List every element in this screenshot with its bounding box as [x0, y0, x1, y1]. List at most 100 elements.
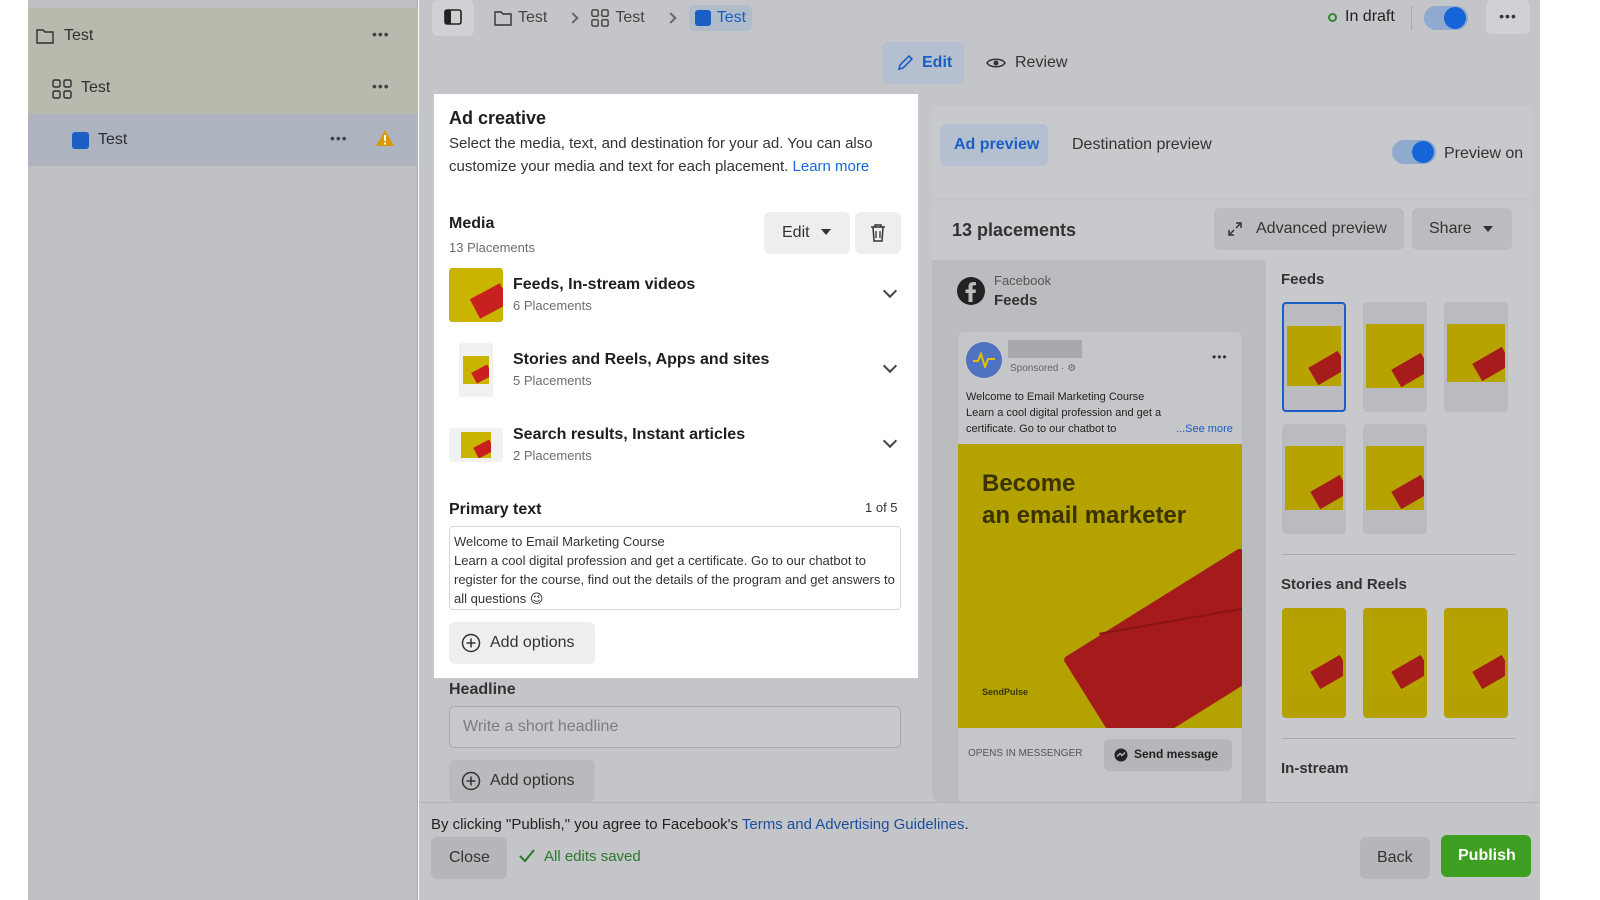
primary-text-label: Primary text — [449, 501, 542, 518]
tab-edit[interactable]: Edit — [882, 42, 964, 84]
preview-toggle[interactable] — [1392, 140, 1436, 164]
sidebar: Test ••• Test ••• Test ••• — [28, 0, 418, 900]
pulse-icon — [973, 352, 995, 368]
share-button[interactable]: Share — [1412, 208, 1512, 250]
media-edit-button[interactable]: Edit — [764, 212, 850, 254]
media-delete-button[interactable] — [855, 212, 901, 254]
chevron-down-icon[interactable] — [882, 433, 898, 449]
placement-thumb-story-2[interactable] — [1363, 608, 1427, 718]
placement-thumb-story-3[interactable] — [1444, 608, 1508, 718]
placement-thumb-story-1[interactable] — [1282, 608, 1346, 718]
status-label: In draft — [1345, 8, 1395, 25]
more-icon[interactable]: ••• — [372, 78, 390, 94]
learn-more-link[interactable]: Learn more — [793, 158, 870, 175]
grid-icon — [591, 9, 610, 27]
back-button[interactable]: Back — [1360, 837, 1430, 879]
facebook-logo-icon — [957, 277, 985, 305]
breadcrumb-adset[interactable]: Test — [615, 9, 644, 27]
agreement-text: By clicking "Publish," you agree to Face… — [431, 816, 742, 833]
tab-edit-label: Edit — [922, 54, 953, 71]
sidebar-toggle-button[interactable] — [432, 0, 474, 36]
chevron-right-icon — [665, 12, 677, 24]
placement-thumb-feed-1[interactable] — [1282, 302, 1346, 412]
more-icon[interactable]: ••• — [330, 130, 348, 146]
media-group-sub: 5 Placements — [513, 373, 592, 388]
add-options-label: Add options — [490, 772, 575, 789]
breadcrumb-campaign[interactable]: Test — [518, 9, 547, 27]
creative-line: Become — [982, 470, 1076, 497]
primary-text-body: Learn a cool digital profession and get … — [454, 553, 895, 606]
media-edit-label: Edit — [782, 224, 810, 241]
see-more-link[interactable]: ...See more — [1176, 421, 1233, 437]
chevron-down-icon[interactable] — [882, 358, 898, 374]
sidebar-item-campaign[interactable]: Test ••• — [36, 22, 406, 52]
headline-placeholder: Write a short headline — [463, 718, 619, 735]
draft-toggle[interactable] — [1424, 6, 1468, 30]
sidebar-item-ad[interactable]: Test ••• — [72, 126, 406, 156]
add-options-button[interactable]: Add options — [449, 760, 595, 802]
close-button[interactable]: Close — [431, 837, 507, 879]
media-group-search[interactable]: Search results, Instant articles 2 Place… — [449, 416, 904, 476]
placement-thumb-feed-4[interactable] — [1282, 424, 1346, 534]
creative-headline: Become an email marketer — [982, 468, 1186, 532]
send-message-button[interactable]: Send message — [1104, 739, 1232, 771]
more-icon[interactable]: ••• — [372, 26, 390, 42]
media-group-title: Search results, Instant articles — [513, 426, 746, 443]
advanced-preview-button[interactable]: Advanced preview — [1214, 208, 1404, 250]
breadcrumb-ad[interactable]: Test — [688, 5, 753, 31]
media-group-stories[interactable]: Stories and Reels, Apps and sites 5 Plac… — [449, 341, 904, 401]
add-options-button[interactable]: Add options — [449, 622, 595, 664]
warning-icon — [376, 130, 394, 146]
pencil-icon — [897, 54, 914, 71]
post-more-icon[interactable]: ••• — [1212, 350, 1228, 364]
headline-input[interactable]: Write a short headline — [449, 706, 901, 748]
divider — [1282, 554, 1516, 555]
sponsored-label: Sponsored · ⚙ — [1010, 363, 1077, 374]
ads-manager-editor: Test ••• Test ••• Test ••• Test Test Tes… — [0, 0, 1600, 900]
tab-review[interactable]: Review — [984, 42, 1080, 84]
ad-icon — [694, 10, 711, 26]
placement-thumb-feed-3[interactable] — [1444, 302, 1508, 412]
ad-creative-card: Ad creative Select the media, text, and … — [434, 94, 918, 678]
send-message-label: Send message — [1134, 747, 1219, 761]
placement-thumb-feed-2[interactable] — [1363, 302, 1427, 412]
back-label: Back — [1377, 849, 1413, 866]
ad-creative-description: Select the media, text, and destination … — [449, 132, 904, 178]
trash-icon — [871, 224, 885, 242]
post-text: Welcome to Email Marketing Course Learn … — [966, 389, 1236, 437]
expand-icon — [1228, 222, 1242, 236]
sidebar-item-label: Test — [98, 131, 128, 148]
sidebar-item-adset[interactable]: Test ••• — [52, 74, 406, 104]
placement-thumbnails: Feeds Stories and Reels In-stream — [1266, 260, 1532, 802]
chevron-down-icon[interactable] — [882, 283, 898, 299]
agreement-text: . — [964, 816, 969, 833]
media-group-title: Stories and Reels, Apps and sites — [513, 351, 770, 368]
media-thumbnail — [449, 268, 503, 322]
brand-logo: SendPulse — [982, 687, 1029, 697]
footer: By clicking "Publish," you agree to Face… — [419, 802, 1540, 900]
tab-destination-preview[interactable]: Destination preview — [1072, 136, 1212, 154]
post-text-line: Welcome to Email Marketing Course — [966, 391, 1145, 403]
media-group-feeds[interactable]: Feeds, In-stream videos 6 Placements — [449, 266, 904, 326]
preview-toggle-label: Preview on — [1444, 145, 1524, 162]
breadcrumb: Test Test Test — [494, 5, 753, 31]
placement-thumb-feed-5[interactable] — [1363, 424, 1427, 534]
post-text-line: Learn a cool digital profession and get … — [966, 407, 1162, 419]
publish-label: Publish — [1458, 847, 1516, 864]
toggle-knob — [1412, 141, 1434, 163]
publish-button[interactable]: Publish — [1441, 835, 1531, 877]
post-text-line: certificate. Go to our chatbot to — [966, 423, 1117, 435]
ad-creative-title: Ad creative — [449, 108, 547, 128]
tab-ad-preview[interactable]: Ad preview — [940, 124, 1048, 166]
caret-down-icon — [821, 229, 831, 235]
right-gutter — [1540, 0, 1600, 900]
placements-panel: 13 placements Advanced preview Share Fac… — [932, 200, 1532, 802]
primary-text-field[interactable]: Welcome to Email Marketing Course Learn … — [449, 526, 901, 610]
more-options-button[interactable]: ••• — [1486, 0, 1530, 34]
draft-status: In draft — [1328, 8, 1395, 26]
terms-link[interactable]: Terms and Advertising Guidelines — [742, 816, 965, 833]
divider — [1411, 6, 1412, 30]
headline-label: Headline — [449, 681, 516, 698]
divider — [1282, 738, 1516, 739]
placement-label: Feeds — [994, 292, 1038, 309]
